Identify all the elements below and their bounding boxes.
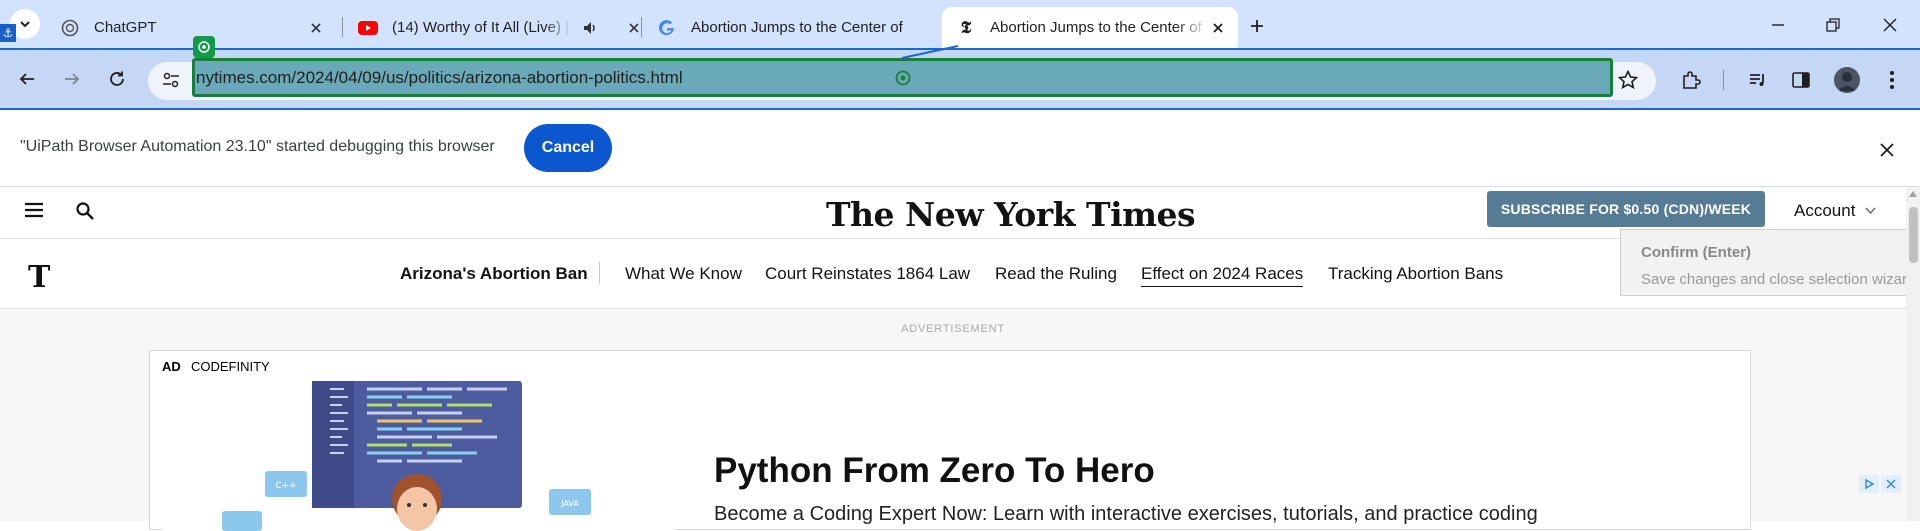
youtube-icon <box>358 18 378 38</box>
tooltip-description: Save changes and close selection wizard. <box>1641 271 1920 288</box>
profile-avatar[interactable] <box>1834 67 1860 93</box>
ad-banner[interactable]: AD CODEFINITY C++ JAVA Python From Zero … <box>149 350 1751 531</box>
adchoices[interactable] <box>1859 475 1901 493</box>
back-button[interactable] <box>11 63 43 95</box>
chevron-down-icon <box>20 21 30 28</box>
close-icon[interactable] <box>1208 18 1228 38</box>
speaker-icon[interactable] <box>580 18 600 38</box>
close-icon <box>1883 18 1897 32</box>
chatgpt-icon <box>60 18 80 38</box>
tab-chatgpt[interactable]: ChatGPT <box>46 7 336 48</box>
account-button[interactable]: Account <box>1794 201 1855 221</box>
google-icon <box>657 18 677 38</box>
star-icon <box>1618 70 1638 90</box>
adchoices-icon[interactable] <box>1859 475 1879 493</box>
svg-text:JAVA: JAVA <box>560 499 579 508</box>
anchor-icon[interactable]: ⚓ <box>0 24 16 42</box>
puzzle-icon <box>1683 71 1701 89</box>
nav-item-what-we-know[interactable]: What We Know <box>625 264 742 284</box>
toolbar-divider <box>1723 70 1724 90</box>
uipath-anchor-target-icon <box>895 70 911 86</box>
menu-button[interactable] <box>1876 64 1908 96</box>
infobar-message: "UiPath Browser Automation 23.10" starte… <box>20 138 495 155</box>
forward-arrow-icon <box>65 73 80 85</box>
nav-divider <box>599 262 600 284</box>
ad-headline[interactable]: Python From Zero To Hero <box>714 451 1155 491</box>
close-infobar-button[interactable] <box>1874 137 1900 163</box>
tab-strip: ChatGPT (14) Worthy of It All (Live) | A… <box>0 0 1920 48</box>
close-window-button[interactable] <box>1875 10 1905 40</box>
nav-section-title[interactable]: Arizona's Abortion Ban <box>400 264 588 284</box>
site-settings-icon[interactable] <box>160 69 182 96</box>
side-panel-button[interactable] <box>1785 64 1817 96</box>
hamburger-menu-icon[interactable] <box>24 202 44 223</box>
media-controls-button[interactable] <box>1742 64 1774 96</box>
uipath-anchor-line <box>901 45 959 59</box>
nyt-logo[interactable]: The New York Times <box>826 195 1196 234</box>
scroll-up-icon[interactable] <box>1909 191 1917 197</box>
nav-item-read-ruling[interactable]: Read the Ruling <box>995 264 1117 284</box>
forward-button[interactable] <box>56 63 88 95</box>
url-text[interactable]: nytimes.com/2024/04/09/us/politics/arizo… <box>196 68 683 88</box>
advertisement-label: ADVERTISEMENT <box>901 323 1005 335</box>
nav-item-tracking-bans[interactable]: Tracking Abortion Bans <box>1328 264 1503 284</box>
nyt-icon: 𝕿 <box>960 17 972 38</box>
close-icon[interactable] <box>306 18 326 38</box>
page-scrollbar[interactable] <box>1906 187 1920 521</box>
reload-button[interactable] <box>101 63 133 95</box>
cancel-debugging-button[interactable]: Cancel <box>524 124 612 172</box>
extensions-button[interactable] <box>1675 64 1707 96</box>
svg-text:C++: C++ <box>275 481 296 491</box>
back-arrow-icon <box>19 73 34 85</box>
search-icon[interactable] <box>75 201 95 226</box>
tab-title: (14) Worthy of It All (Live) | <box>392 19 570 36</box>
tab-youtube[interactable]: (14) Worthy of It All (Live) | <box>344 7 640 48</box>
ad-illustration: C++ JAVA <box>162 381 675 531</box>
tooltip-title: Confirm (Enter) <box>1641 244 1751 261</box>
close-icon <box>1880 143 1894 157</box>
tab-title: ChatGPT <box>94 19 157 36</box>
side-panel-icon <box>1792 72 1810 88</box>
new-tab-button[interactable] <box>1243 12 1271 40</box>
minimize-icon <box>1772 24 1784 26</box>
uipath-target-icon <box>193 36 215 58</box>
restore-icon <box>1826 18 1840 32</box>
debugging-infobar: "UiPath Browser Automation 23.10" starte… <box>0 110 1920 187</box>
ad-close-icon[interactable] <box>1881 475 1901 493</box>
tab-title: Abortion Jumps to the Center of <box>691 19 903 36</box>
chevron-down-icon[interactable] <box>1865 207 1876 215</box>
ad-tag: AD <box>162 359 181 374</box>
scrollbar-thumb[interactable] <box>1909 207 1918 263</box>
nav-item-effect-2024[interactable]: Effect on 2024 Races <box>1141 264 1304 287</box>
ad-sponsor: CODEFINITY <box>191 359 270 374</box>
tab-title: Abortion Jumps to the Center of <box>990 19 1202 36</box>
tab-nytimes[interactable]: 𝕿 Abortion Jumps to the Center of <box>942 7 1238 48</box>
restore-button[interactable] <box>1818 10 1848 40</box>
uipath-confirm-tooltip[interactable]: Confirm (Enter) Save changes and close s… <box>1620 229 1920 296</box>
kebab-menu-icon <box>1890 71 1894 89</box>
playlist-icon <box>1750 74 1764 86</box>
tab-divider <box>641 17 642 37</box>
advertisement-area: ADVERTISEMENT AD CODEFINITY C++ JAVA Pyt… <box>0 309 1906 531</box>
nav-item-court-reinstates[interactable]: Court Reinstates 1864 Law <box>765 264 970 284</box>
subscribe-button[interactable]: SUBSCRIBE FOR $0.50 (CDN)/WEEK <box>1487 191 1765 227</box>
plus-icon <box>1251 20 1263 32</box>
tab-google[interactable]: Abortion Jumps to the Center of <box>643 7 939 48</box>
nyt-t-logo[interactable]: T <box>28 260 50 295</box>
bookmark-star-button[interactable] <box>1612 64 1644 96</box>
tab-divider <box>342 17 343 37</box>
reload-icon <box>110 71 124 86</box>
minimize-button[interactable] <box>1763 10 1793 40</box>
ad-subtext: Become a Coding Expert Now: Learn with i… <box>714 503 1538 525</box>
